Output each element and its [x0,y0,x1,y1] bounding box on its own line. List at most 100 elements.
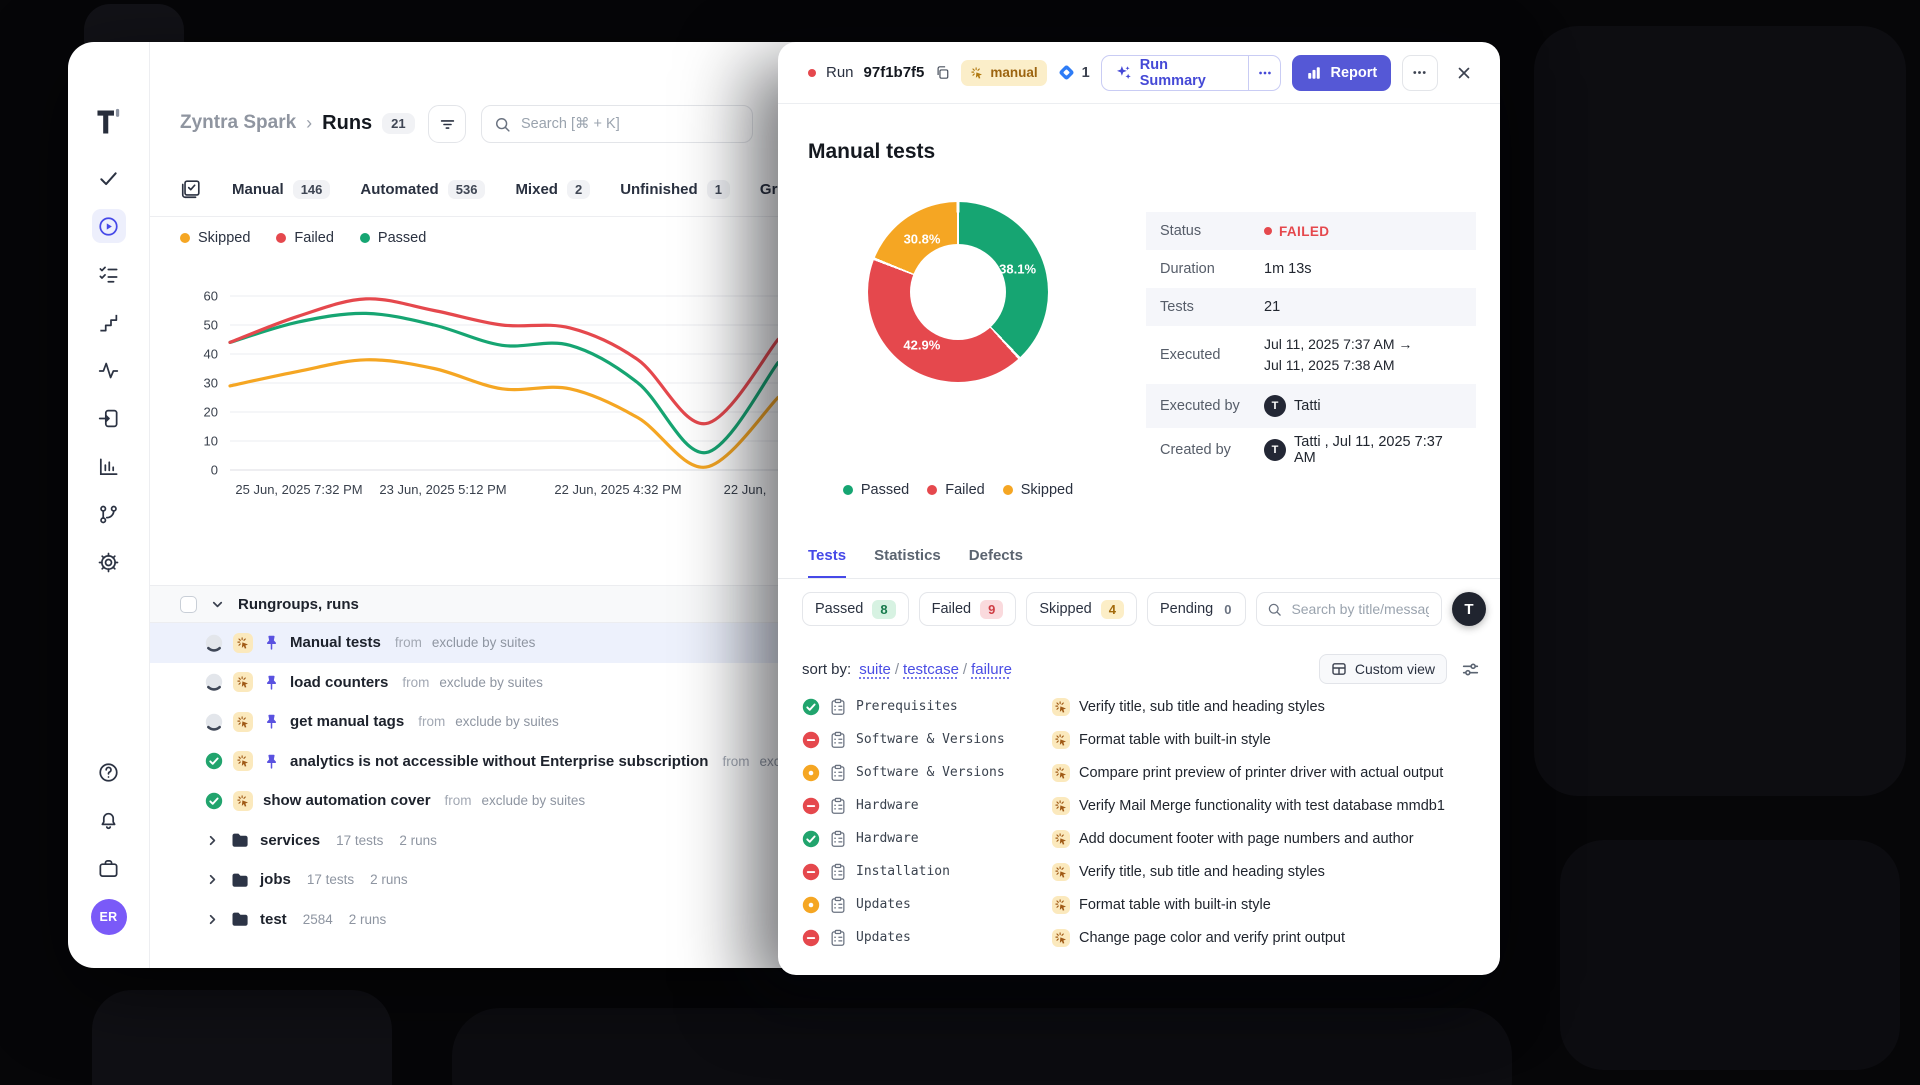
tab-label: Automated [360,181,438,198]
brand-avatar[interactable]: T [1452,592,1486,626]
filter-chip-skipped[interactable]: Skipped4 [1026,592,1137,626]
manual-tag[interactable]: manual [961,60,1046,86]
filter-chip-failed[interactable]: Failed9 [919,592,1017,626]
help-icon[interactable] [92,755,126,789]
chevron-down-icon[interactable] [210,597,225,612]
breadcrumb-separator: › [306,113,312,134]
tests-search-input[interactable] [1289,600,1431,618]
more-options-icon[interactable] [1402,55,1438,91]
donut-slice-label: 38.1% [999,261,1036,276]
legend-dot [927,485,937,495]
report-button[interactable]: Report [1292,55,1391,91]
info-row-executed-by: Executed byTTatti [1146,384,1476,428]
pin-icon [263,753,280,770]
user-avatar[interactable]: ER [91,899,127,935]
info-value: 21 [1264,299,1280,315]
sort-separator: / [895,661,899,678]
filter-chip-passed[interactable]: Passed8 [802,592,909,626]
sidebar-item-runs[interactable] [92,209,126,243]
search-input[interactable] [519,115,740,133]
test-row[interactable]: HardwareAdd document footer with page nu… [802,822,1500,855]
drawer-tab-statistics[interactable]: Statistics [874,539,941,578]
sidebar-item-milestones[interactable] [92,305,126,339]
donut-slice-label: 42.9% [903,337,940,352]
tab-unfinished[interactable]: Unfinished1 [620,180,730,199]
user-name: Tatti , Jul 11, 2025 7:37 AM [1294,434,1462,466]
sidebar-item-reports[interactable] [92,449,126,483]
tab-automated[interactable]: Automated536 [360,180,485,199]
select-runs-icon[interactable] [180,178,202,200]
status-passed-icon [205,792,223,810]
from-label: from [395,635,422,650]
test-row[interactable]: InstallationVerify title, sub title and … [802,855,1500,888]
test-row[interactable]: PrerequisitesVerify title, sub title and… [802,690,1500,723]
test-row[interactable]: Software & VersionsFormat table with bui… [802,723,1500,756]
report-label: Report [1330,65,1377,81]
run-source: exclude by suites [455,714,559,729]
test-row[interactable]: UpdatesChange page color and verify prin… [802,921,1500,954]
run-summary-more-icon[interactable] [1249,56,1280,90]
close-icon[interactable] [1449,57,1480,89]
test-title: Verify title, sub title and heading styl… [1079,699,1325,715]
app-logo-icon[interactable] [92,105,126,139]
svg-text:22 Jun,: 22 Jun, [724,482,767,497]
sidebar-item-import[interactable] [92,401,126,435]
legend-label: Failed [294,230,334,246]
select-all-checkbox[interactable] [180,596,197,613]
suite-name: Installation [856,864,950,879]
run-type-tabs: Manual146Automated536Mixed2Unfinished1Gr… [180,170,846,208]
copy-icon[interactable] [934,64,951,81]
folder-tests-count: 17 tests [307,872,354,887]
suite-name: Hardware [856,798,919,813]
sort-link-testcase[interactable]: testcase [903,661,959,678]
filter-button[interactable] [428,105,466,143]
manual-test-icon [1052,764,1070,782]
run-id: 97f1b7f5 [864,64,925,81]
display-settings-icon[interactable] [1461,660,1480,679]
tab-label: Mixed [515,181,558,198]
sidebar-item-test-plans[interactable] [92,257,126,291]
status-passed-icon [802,830,820,848]
filter-chip-pending[interactable]: Pending0 [1147,592,1246,626]
run-name: get manual tags [290,713,404,730]
sort-link-failure[interactable]: failure [971,661,1012,678]
drawer-tab-tests[interactable]: Tests [808,539,846,578]
info-label: Created by [1160,442,1264,458]
sidebar: ER [68,42,150,968]
test-suite-cell: Hardware [802,797,1052,815]
run-summary-button[interactable]: Run Summary [1102,57,1248,89]
user-avatar: T [1264,439,1286,461]
breadcrumb: Zyntra Spark › Runs 21 [180,103,415,143]
sidebar-item-tasks[interactable] [92,161,126,195]
linked-issues[interactable]: 1 [1057,63,1090,82]
manual-test-icon [1052,731,1070,749]
chevron-right-icon[interactable] [205,872,220,887]
breadcrumb-project[interactable]: Zyntra Spark [180,112,296,134]
svg-text:20: 20 [204,405,218,420]
sidebar-item-analytics[interactable] [92,353,126,387]
chip-label: Failed [932,601,972,617]
test-title: Change page color and verify print outpu… [1079,930,1345,946]
status-dot [1264,227,1272,235]
svg-text:25 Jun, 2025 7:32 PM: 25 Jun, 2025 7:32 PM [235,482,362,497]
info-label: Duration [1160,261,1264,277]
projects-icon[interactable] [92,851,126,885]
sidebar-item-branches[interactable] [92,497,126,531]
from-label: from [722,754,749,769]
test-row[interactable]: Software & VersionsCompare print preview… [802,756,1500,789]
status-filters: Passed8 Failed9 Skipped4 Pending0 [802,592,1246,626]
tab-mixed[interactable]: Mixed2 [515,180,590,199]
drawer-tab-defects[interactable]: Defects [969,539,1023,578]
chip-count: 8 [872,600,895,619]
test-row[interactable]: HardwareVerify Mail Merge functionality … [802,789,1500,822]
test-row[interactable]: UpdatesFormat table with built-in style [802,888,1500,921]
tab-manual[interactable]: Manual146 [232,180,330,199]
info-label: Executed [1160,347,1264,363]
sort-link-suite[interactable]: suite [859,661,891,678]
chevron-right-icon[interactable] [205,912,220,927]
chevron-right-icon[interactable] [205,833,220,848]
sidebar-item-settings[interactable] [92,545,126,579]
custom-view-button[interactable]: Custom view [1319,654,1447,684]
chip-label: Skipped [1039,601,1091,617]
notifications-bell-icon[interactable] [92,803,126,837]
